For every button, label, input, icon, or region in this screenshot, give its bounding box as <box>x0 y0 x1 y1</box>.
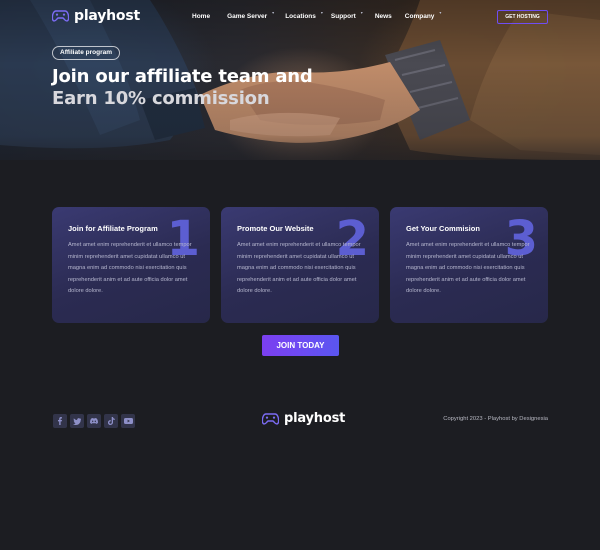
footer-logo[interactable]: playhost <box>262 411 345 426</box>
facebook-icon[interactable] <box>53 414 67 428</box>
nav-item-label: Game Server <box>227 13 268 20</box>
brand-logo[interactable]: playhost <box>52 8 140 24</box>
footer-brand-name: playhost <box>284 411 346 426</box>
step-card-2: 2 Promote Our Website Amet amet enim rep… <box>221 207 379 323</box>
copyright-text: Copyright 2023 - Playhost by Designesia <box>443 416 548 422</box>
join-today-button[interactable]: JOIN TODAY <box>262 335 339 356</box>
twitter-icon[interactable] <box>70 414 84 428</box>
youtube-icon[interactable] <box>121 414 135 428</box>
nav-item-label: Company <box>404 13 435 20</box>
step-description: Amet amet enim reprehenderit et ullamco … <box>237 242 361 294</box>
chevron-down-icon: ▾ <box>320 10 323 15</box>
step-card-1: 1 Join for Affiliate Program Amet amet e… <box>52 207 210 323</box>
nav-item-game-server[interactable]: Game Server ▾ <box>227 10 274 20</box>
nav-item-support[interactable]: Support ▾ <box>330 10 363 20</box>
step-description: Amet amet enim reprehenderit et ullamco … <box>406 242 530 294</box>
step-card-3: 3 Get Your Commision Amet amet enim repr… <box>390 207 548 323</box>
discord-icon[interactable] <box>87 414 101 428</box>
hero-title-line-2: Earn 10% commission <box>52 88 270 109</box>
step-title: Promote Our Website <box>237 224 314 233</box>
nav-item-home[interactable]: Home <box>192 13 210 20</box>
brand-name: playhost <box>74 8 140 24</box>
chevron-down-icon: ▾ <box>439 10 442 15</box>
step-description: Amet amet enim reprehenderit et ullamco … <box>68 242 192 294</box>
get-hosting-button[interactable]: GET HOSTING <box>497 10 548 24</box>
gamepad-icon <box>52 10 69 22</box>
step-title: Join for Affiliate Program <box>68 224 158 233</box>
nav-item-label: Locations <box>285 13 316 20</box>
chevron-down-icon: ▾ <box>360 10 363 15</box>
nav-item-company[interactable]: Company ▾ <box>404 10 442 20</box>
tiktok-icon[interactable] <box>104 414 118 428</box>
hero-title-line-1: Join our affiliate team and <box>52 66 313 87</box>
affiliate-program-badge: Affiliate program <box>52 46 121 60</box>
step-title: Get Your Commision <box>406 224 480 233</box>
nav-item-news[interactable]: News <box>375 13 392 20</box>
nav-links: Home Game Server ▾ Locations ▾ Support ▾… <box>192 10 442 20</box>
hero-section: playhost Home Game Server ▾ Locations ▾ … <box>0 0 600 160</box>
gamepad-icon <box>262 412 279 425</box>
hero-title: Join our affiliate team and Earn 10% com… <box>52 66 313 110</box>
nav-item-label: News <box>374 13 392 20</box>
chevron-down-icon: ▾ <box>272 10 275 15</box>
top-nav: playhost Home Game Server ▾ Locations ▾ … <box>0 0 600 36</box>
nav-item-label: Home <box>192 13 211 20</box>
nav-item-locations[interactable]: Locations ▾ <box>285 10 323 20</box>
nav-item-label: Support <box>330 13 356 20</box>
social-links <box>53 414 135 428</box>
